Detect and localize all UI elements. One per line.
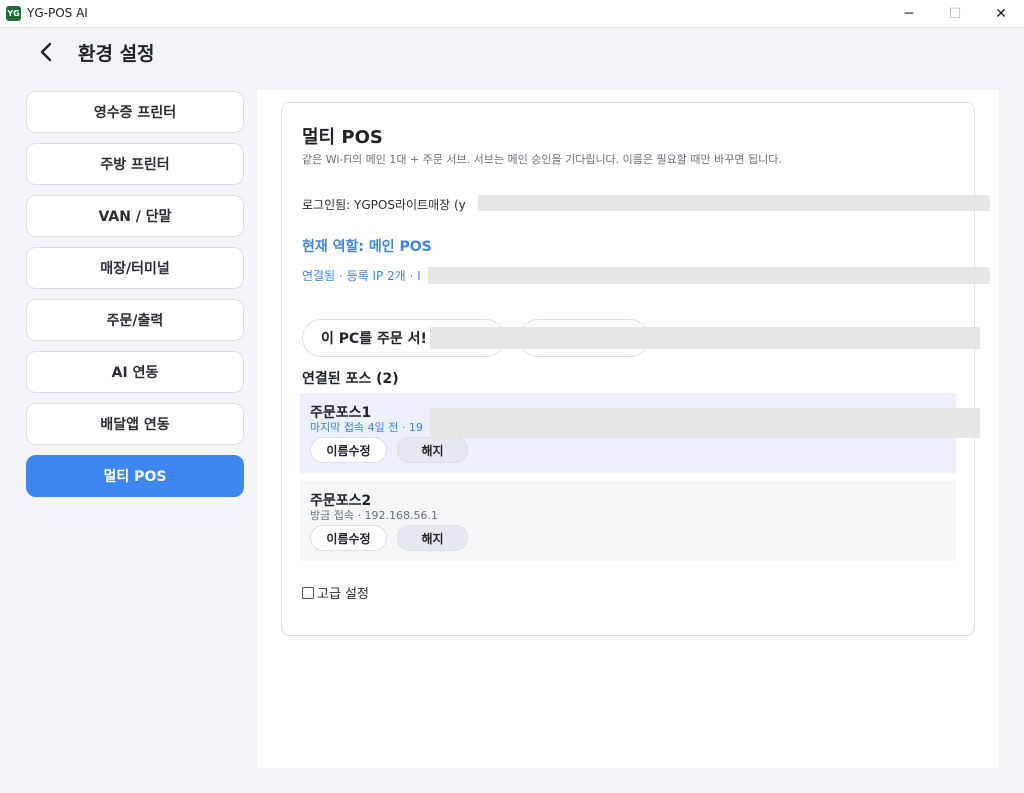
list-item[interactable]: 주문포스2 방금 접속 · 192.168.56.1 이름수정 해지 [300, 481, 956, 561]
unlink-button[interactable]: 해지 [397, 525, 468, 551]
page-title: 환경 설정 [78, 43, 155, 65]
device-status: 방금 접속 · 192.168.56.1 [310, 509, 438, 522]
back-button[interactable] [32, 38, 60, 66]
sidebar-item-delivery-app[interactable]: 배달앱 연동 [26, 403, 244, 445]
advanced-settings-label: 고급 설정 [317, 587, 369, 602]
chevron-left-icon [40, 42, 52, 62]
app-title: YG-POS AI [27, 6, 88, 20]
sidebar-item-kitchen-printer[interactable]: 주방 프린터 [26, 143, 244, 185]
connection-status: 연결됨 · 등록 IP 2개 · I [302, 269, 421, 283]
rename-button[interactable]: 이름수정 [310, 525, 387, 551]
advanced-settings-toggle[interactable]: 고급 설정 [302, 583, 369, 602]
close-button[interactable]: ✕ [978, 0, 1024, 28]
connected-pos-title: 연결된 포스 (2) [302, 371, 399, 387]
main-panel: 멀티 POS 같은 Wi-Fi의 메인 1대 + 주문 서브. 서브는 메인 승… [257, 90, 999, 768]
rename-button[interactable]: 이름수정 [310, 437, 387, 463]
sidebar-item-receipt-printer[interactable]: 영수증 프린터 [26, 91, 244, 133]
redacted-block [428, 267, 990, 284]
advanced-settings-checkbox[interactable] [302, 586, 314, 599]
sidebar-item-multi-pos[interactable]: 멀티 POS [26, 455, 244, 497]
app-logo-icon: YG [6, 6, 21, 21]
sidebar-item-order-output[interactable]: 주문/출력 [26, 299, 244, 341]
sidebar-item-store-terminal[interactable]: 매장/터미널 [26, 247, 244, 289]
multi-pos-card: 멀티 POS 같은 Wi-Fi의 메인 1대 + 주문 서브. 서브는 메인 승… [281, 102, 990, 636]
card-description: 같은 Wi-Fi의 메인 1대 + 주문 서브. 서브는 메인 승인을 기다립니… [302, 153, 782, 166]
current-role: 현재 역할: 메인 POS [302, 239, 432, 255]
redacted-block [430, 408, 980, 438]
redacted-block [478, 195, 990, 211]
redacted-block [430, 327, 980, 349]
title-bar: YG YG-POS AI ─ ☐ ✕ [0, 0, 1024, 28]
unlink-button[interactable]: 해지 [397, 437, 468, 463]
device-status: 마지막 접속 4일 전 · 19 [310, 421, 423, 434]
settings-sidebar: 영수증 프린터 주방 프린터 VAN / 단말 매장/터미널 주문/출력 AI … [26, 91, 244, 507]
card-title: 멀티 POS [302, 127, 383, 148]
login-status: 로그인됨: YGPOS라이트매장 (y [302, 198, 466, 212]
sidebar-item-ai-integration[interactable]: AI 연동 [26, 351, 244, 393]
maximize-button[interactable]: ☐ [932, 0, 978, 28]
sidebar-item-van-terminal[interactable]: VAN / 단말 [26, 195, 244, 237]
minimize-button[interactable]: ─ [886, 0, 932, 28]
